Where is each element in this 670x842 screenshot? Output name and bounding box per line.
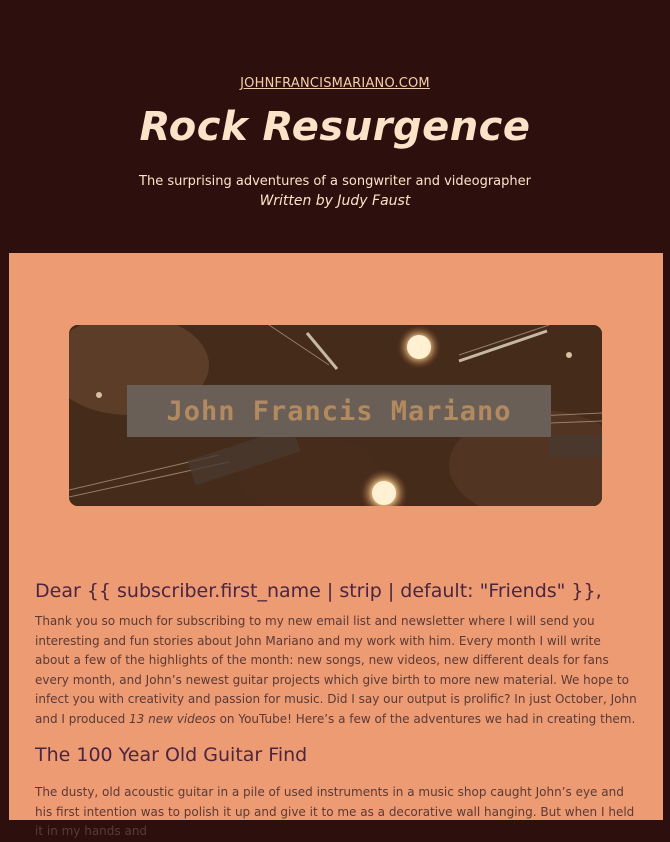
banner-image: John Francis Mariano: [69, 325, 602, 506]
section-heading: The 100 Year Old Guitar Find: [35, 744, 308, 766]
intro-text-emphasis: 13 new videos: [129, 711, 216, 726]
banner-artist-name: John Francis Mariano: [127, 385, 551, 437]
intro-paragraph: Thank you so much for subscribing to my …: [35, 612, 639, 730]
newsletter-byline: Written by Judy Faust: [259, 193, 411, 209]
newsletter-body: John Francis Mariano Dear {{ subscriber.…: [9, 253, 663, 838]
site-link[interactable]: JOHNFRANCISMARIANO.COM: [0, 76, 670, 91]
intro-text-start: Thank you so much for subscribing to my …: [35, 614, 637, 726]
intro-text-end: on YouTube! Here’s a few of the adventur…: [215, 711, 636, 726]
newsletter-title: Rock Resurgence: [139, 104, 531, 150]
section-paragraph: The dusty, old acoustic guitar in a pile…: [35, 785, 635, 839]
newsletter-tagline: The surprising adventures of a songwrite…: [139, 174, 531, 189]
newsletter-header: JOHNFRANCISMARIANO.COM Rock Resurgence T…: [0, 0, 670, 253]
greeting-heading: Dear {{ subscriber.first_name | strip | …: [35, 580, 602, 602]
